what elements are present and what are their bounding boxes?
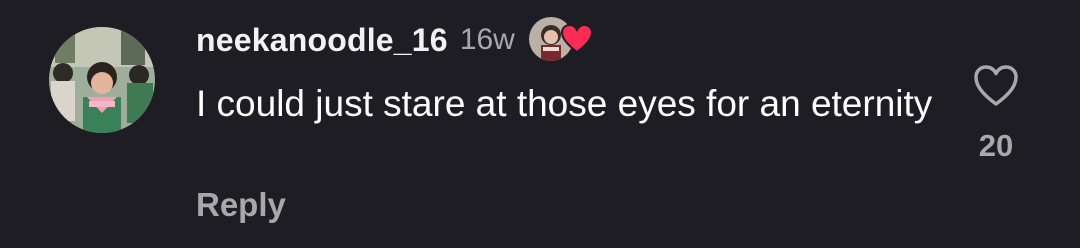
heart-icon (560, 23, 593, 54)
comment-item: neekanoodle_16 16w I could just stare at… (0, 0, 1080, 248)
user-avatar[interactable] (49, 27, 155, 133)
avatar-photo (49, 27, 155, 133)
heart-outline-icon[interactable] (973, 64, 1019, 108)
timestamp: 16w (459, 23, 515, 56)
reply-button[interactable]: Reply (196, 186, 286, 224)
like-button[interactable]: 20 (966, 64, 1026, 164)
username[interactable]: neekanoodle_16 (196, 22, 448, 59)
creator-liked-badge (528, 16, 595, 64)
comment-header: neekanoodle_16 16w (196, 16, 595, 64)
like-count: 20 (978, 128, 1014, 163)
comment-text: I could just stare at those eyes for an … (196, 83, 933, 124)
